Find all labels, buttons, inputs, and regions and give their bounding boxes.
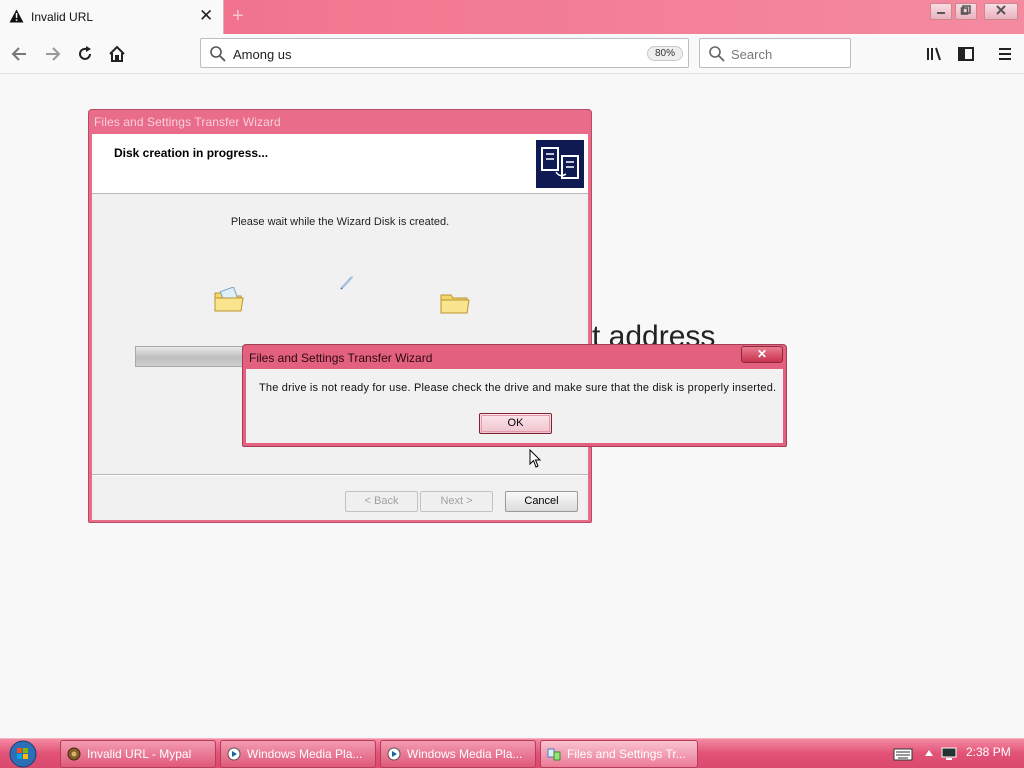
destination-folder-icon bbox=[440, 294, 470, 314]
dialog-title: Files and Settings Transfer Wizard bbox=[249, 351, 433, 365]
wizard-icon bbox=[547, 748, 561, 761]
menu-button[interactable] bbox=[991, 40, 1019, 68]
tab-close-icon[interactable]: ✕ bbox=[199, 6, 213, 26]
minimize-button[interactable] bbox=[930, 3, 952, 20]
dialog-body: The drive is not ready for use. Please c… bbox=[246, 369, 783, 443]
taskbar-item-label: Invalid URL - Mypal bbox=[87, 747, 192, 761]
search-icon bbox=[210, 46, 226, 62]
address-bar[interactable]: Among us 80% bbox=[200, 38, 689, 68]
browser-icon bbox=[67, 747, 81, 761]
home-button[interactable] bbox=[103, 40, 131, 68]
forward-button[interactable] bbox=[38, 40, 66, 68]
search-input[interactable]: Search bbox=[699, 38, 851, 68]
address-text: Among us bbox=[233, 47, 292, 62]
restore-button[interactable] bbox=[955, 3, 977, 20]
wizard-title: Files and Settings Transfer Wizard bbox=[94, 115, 281, 129]
ok-button[interactable]: OK bbox=[479, 413, 552, 434]
wizard-logo-icon bbox=[536, 140, 584, 188]
zoom-indicator[interactable]: 80% bbox=[647, 46, 683, 61]
library-button[interactable] bbox=[920, 40, 948, 68]
sidebar-button[interactable] bbox=[952, 40, 980, 68]
search-icon bbox=[709, 46, 725, 62]
reload-button[interactable] bbox=[71, 40, 99, 68]
media-player-icon bbox=[387, 747, 401, 761]
window-close-button[interactable] bbox=[984, 3, 1018, 20]
windows-start-icon bbox=[9, 740, 37, 768]
taskbar-item-label: Windows Media Pla... bbox=[247, 747, 363, 761]
library-icon bbox=[927, 47, 941, 61]
error-dialog: Files and Settings Transfer Wizard ✕ The… bbox=[242, 344, 787, 447]
taskbar-item-media-player-2[interactable]: Windows Media Pla... bbox=[380, 740, 536, 768]
source-folder-icon bbox=[214, 287, 244, 312]
forward-arrow-icon bbox=[46, 47, 61, 61]
taskbar: Invalid URL - Mypal Windows Media Pla...… bbox=[0, 738, 1024, 768]
transfer-wizard-window: Files and Settings Transfer Wizard Disk … bbox=[88, 109, 592, 523]
back-button-wizard[interactable]: < Back bbox=[345, 491, 418, 512]
taskbar-item-wizard[interactable]: Files and Settings Tr... bbox=[540, 740, 698, 768]
reload-icon bbox=[79, 46, 91, 60]
hamburger-menu-icon bbox=[999, 48, 1011, 60]
wizard-client-area: Disk creation in progress... Please wait… bbox=[92, 134, 588, 520]
minimize-icon bbox=[937, 12, 945, 14]
tab-title: Invalid URL bbox=[31, 10, 94, 24]
network-icon[interactable] bbox=[940, 746, 958, 762]
keyboard-icon[interactable] bbox=[893, 746, 913, 762]
browser-tab[interactable]: Invalid URL ✕ bbox=[0, 0, 224, 34]
search-placeholder: Search bbox=[731, 47, 773, 62]
taskbar-item-label: Files and Settings Tr... bbox=[567, 747, 686, 761]
sidebar-icon bbox=[958, 47, 974, 61]
new-tab-button[interactable]: + bbox=[232, 4, 244, 28]
close-icon bbox=[996, 5, 1006, 15]
start-button[interactable] bbox=[6, 740, 40, 768]
warning-icon bbox=[9, 9, 24, 23]
button-separator bbox=[92, 474, 588, 476]
flying-document-icon bbox=[340, 275, 354, 290]
restore-icon bbox=[960, 5, 971, 15]
wait-message: Please wait while the Wizard Disk is cre… bbox=[230, 216, 450, 228]
navigation-toolbar: Among us 80% Search bbox=[0, 34, 1024, 74]
taskbar-item-media-player-1[interactable]: Windows Media Pla... bbox=[220, 740, 376, 768]
mouse-cursor-icon bbox=[529, 449, 542, 468]
back-button[interactable] bbox=[6, 40, 34, 68]
browser-title-bar: Invalid URL ✕ + bbox=[0, 0, 1024, 34]
progress-fill bbox=[136, 347, 243, 366]
show-hidden-icons-icon[interactable] bbox=[924, 749, 934, 757]
home-icon bbox=[109, 45, 125, 62]
system-clock: 2:38 PM bbox=[966, 745, 1011, 759]
wizard-header: Disk creation in progress... bbox=[92, 134, 588, 194]
dialog-close-button[interactable]: ✕ bbox=[741, 346, 783, 363]
taskbar-item-browser[interactable]: Invalid URL - Mypal bbox=[60, 740, 216, 768]
taskbar-item-label: Windows Media Pla... bbox=[407, 747, 523, 761]
dialog-message: The drive is not ready for use. Please c… bbox=[259, 382, 777, 394]
media-player-icon bbox=[227, 747, 241, 761]
next-button[interactable]: Next > bbox=[420, 491, 493, 512]
cancel-button[interactable]: Cancel bbox=[505, 491, 578, 512]
back-arrow-icon bbox=[11, 47, 26, 61]
wizard-header-title: Disk creation in progress... bbox=[114, 146, 269, 160]
